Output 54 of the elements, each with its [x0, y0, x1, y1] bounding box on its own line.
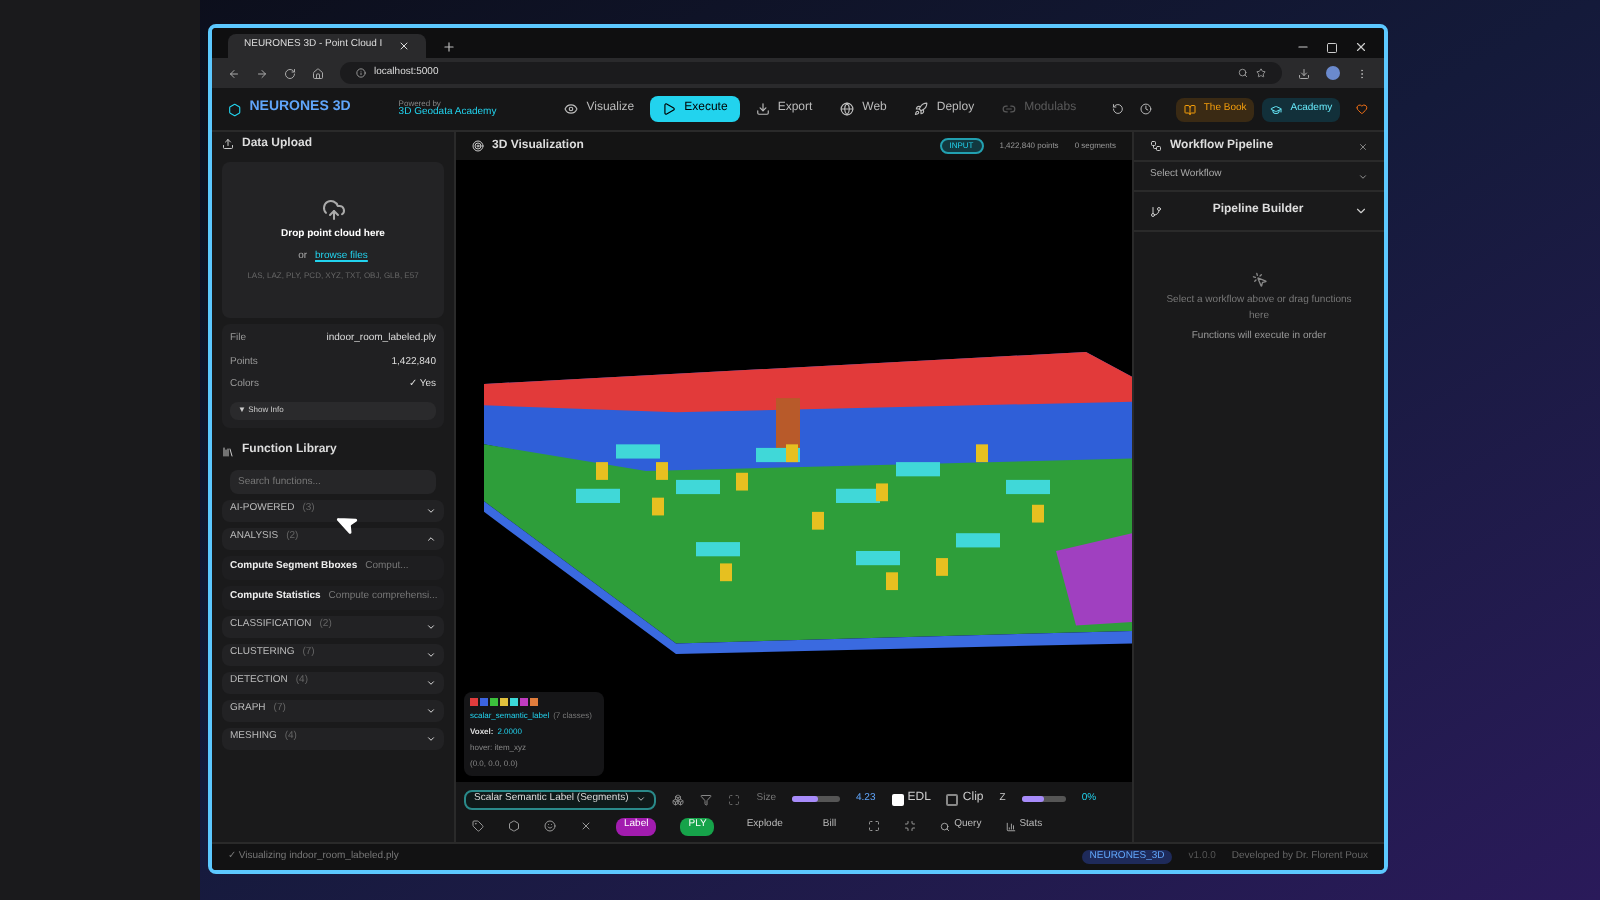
profile-avatar[interactable] — [1326, 66, 1340, 80]
chevron-icon[interactable] — [1354, 204, 1368, 218]
tag-icon[interactable] — [472, 820, 484, 832]
chevron-icon — [426, 533, 436, 543]
search-icon — [940, 821, 951, 831]
forward-icon[interactable] — [256, 67, 268, 79]
workflow-icon — [1150, 140, 1162, 152]
nav-icon — [662, 102, 677, 116]
slider-track[interactable] — [792, 796, 840, 802]
heart-icon[interactable] — [1356, 102, 1369, 116]
nav-icon — [914, 102, 929, 116]
library-icon — [222, 445, 234, 457]
chevron-icon — [1358, 171, 1368, 181]
home-icon[interactable] — [312, 67, 324, 79]
minimize-icon[interactable] — [1296, 40, 1310, 54]
polygon-icon[interactable] — [508, 820, 520, 832]
chart-icon — [1005, 821, 1016, 831]
history-icon[interactable] — [1139, 102, 1152, 116]
nav-icon — [564, 102, 579, 116]
chevron-icon — [426, 705, 436, 715]
new-tab-icon[interactable] — [442, 40, 457, 54]
logo-icon — [228, 101, 242, 117]
nav-icon — [1002, 102, 1017, 116]
slider-track[interactable] — [1021, 796, 1066, 802]
chevron-icon — [426, 733, 436, 743]
nav-icon — [755, 102, 770, 116]
close-icon[interactable] — [580, 820, 592, 832]
nav-icon — [840, 102, 855, 116]
face-icon[interactable] — [544, 820, 556, 832]
upload-icon — [222, 138, 234, 150]
layers-icon[interactable] — [672, 793, 685, 805]
chevron-icon — [426, 621, 436, 631]
pointer-click-icon — [1251, 272, 1267, 288]
filter-icon[interactable] — [700, 793, 713, 805]
reload-icon[interactable] — [284, 67, 296, 79]
branch-icon — [1150, 205, 1162, 217]
checkbox[interactable] — [891, 793, 904, 805]
download-icon[interactable] — [1298, 67, 1310, 79]
undo-icon[interactable] — [1112, 102, 1124, 116]
site-info-icon — [356, 68, 366, 78]
star-icon[interactable] — [1256, 68, 1266, 78]
maximize-icon[interactable] — [1326, 42, 1338, 54]
checkbox[interactable] — [946, 793, 959, 805]
book-icon — [1183, 103, 1196, 115]
collapse-icon[interactable] — [904, 820, 917, 832]
chevron-icon — [426, 677, 436, 687]
graduation-cap-icon — [1270, 103, 1283, 115]
chevron-icon — [636, 794, 647, 804]
chevron-icon — [426, 505, 436, 515]
search-icon[interactable] — [1238, 68, 1248, 78]
chevron-icon — [426, 649, 436, 659]
cloud-upload-icon — [321, 198, 345, 222]
back-icon[interactable] — [228, 67, 240, 79]
close-icon[interactable] — [1354, 40, 1368, 54]
